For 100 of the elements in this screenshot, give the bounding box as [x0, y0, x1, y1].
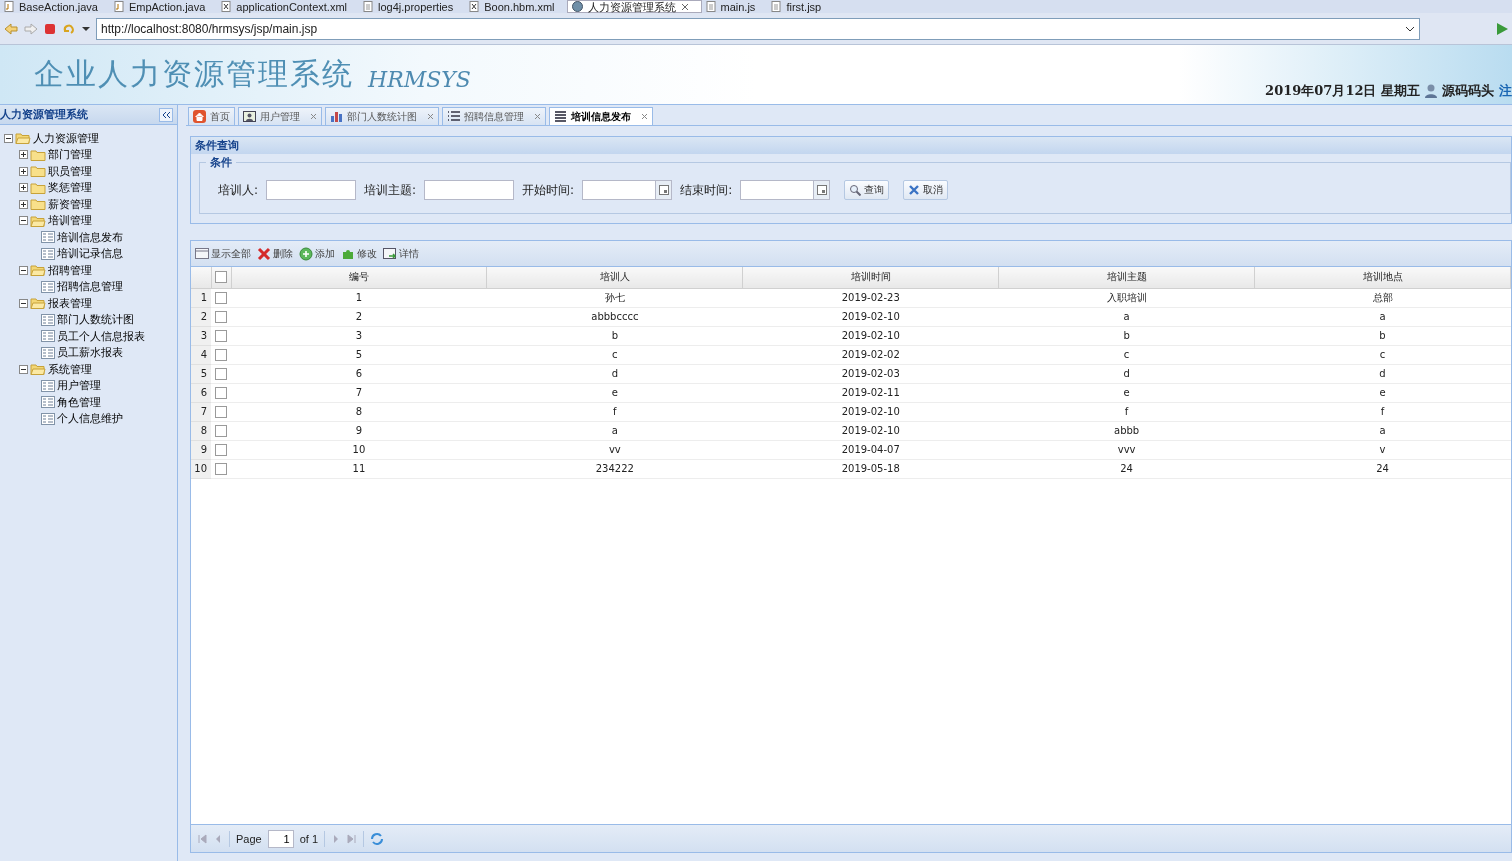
checkbox[interactable]	[215, 271, 227, 284]
checkbox[interactable]	[215, 310, 227, 323]
toolbar-button[interactable]: 删除	[257, 246, 293, 261]
input-field[interactable]	[424, 180, 515, 200]
plus-toggle-icon[interactable]	[19, 199, 28, 209]
tree-leaf[interactable]: 用户管理	[41, 377, 177, 394]
forward-arrow-icon[interactable]	[24, 22, 38, 35]
tree-leaf[interactable]: 角色管理	[41, 394, 177, 411]
close-icon	[680, 2, 689, 11]
editor-tab[interactable]: main.js	[701, 0, 768, 13]
toolbar-button[interactable]: 修改	[341, 246, 377, 261]
minus-toggle-icon[interactable]	[19, 216, 28, 226]
toolbar-button[interactable]: 添加	[299, 246, 335, 261]
tree-folder[interactable]: 人力资源管理	[4, 130, 177, 147]
double-chevron-icon	[161, 110, 171, 119]
column-header[interactable]: 编号	[231, 267, 487, 288]
toolbar-button[interactable]: 显示全部	[195, 246, 251, 261]
minus-toggle-icon[interactable]	[4, 133, 13, 143]
plus-toggle-icon[interactable]	[19, 166, 28, 176]
column-header[interactable]: 培训时间	[742, 267, 999, 288]
refresh-icon[interactable]	[370, 831, 385, 846]
minus-toggle-icon[interactable]	[19, 364, 28, 374]
checkbox[interactable]	[215, 386, 227, 399]
checkbox[interactable]	[215, 367, 227, 380]
tree-folder[interactable]: 奖惩管理	[19, 179, 177, 196]
cancel-button[interactable]: 取消	[903, 180, 949, 200]
plus-toggle-icon[interactable]	[19, 150, 28, 160]
table-cell: c	[486, 345, 743, 364]
open-folder-icon	[30, 297, 46, 310]
close-icon[interactable]	[310, 113, 317, 120]
search-button[interactable]: 查询	[844, 180, 890, 200]
column-header[interactable]: 培训主题	[998, 267, 1255, 288]
form-icon	[41, 396, 55, 409]
checkbox[interactable]	[215, 443, 227, 456]
tree-folder[interactable]: 培训管理	[19, 212, 177, 229]
open-folder-icon	[30, 214, 46, 227]
calendar-icon[interactable]	[816, 185, 827, 195]
tree-leaf[interactable]: 招聘信息管理	[41, 278, 177, 295]
tab[interactable]: 首页	[188, 107, 235, 125]
editor-tab[interactable]: 人力资源管理系统	[566, 0, 702, 13]
checkbox[interactable]	[215, 405, 227, 418]
editor-tab[interactable]: Boon.hbm.xml	[465, 0, 567, 13]
checkbox[interactable]	[215, 424, 227, 437]
logout-link[interactable]: 注	[1499, 82, 1512, 100]
checkbox[interactable]	[215, 329, 227, 342]
tree-folder[interactable]: 薪资管理	[19, 196, 177, 213]
back-arrow-icon[interactable]	[4, 22, 18, 35]
url-field[interactable]: http://localhost:8080/hrmsys/jsp/main.jsp	[96, 17, 1420, 40]
tree-folder[interactable]: 部门管理	[19, 146, 177, 163]
editor-tab[interactable]: first.jsp	[767, 0, 834, 13]
tree-folder[interactable]: 报表管理	[19, 295, 177, 312]
date-field[interactable]	[740, 180, 831, 200]
collapse-button[interactable]	[159, 107, 173, 122]
first-page-icon[interactable]	[197, 833, 207, 844]
table-cell: d	[998, 364, 1255, 383]
tree-leaf[interactable]: 部门人数统计图	[41, 311, 177, 328]
tree-folder[interactable]: 职员管理	[19, 163, 177, 180]
caret-icon[interactable]	[1405, 25, 1415, 32]
editor-tab[interactable]: applicationContext.xml	[217, 0, 359, 13]
play-icon[interactable]	[1496, 22, 1508, 35]
table-cell: b	[486, 326, 743, 345]
checkbox[interactable]	[215, 348, 227, 361]
table-cell: d	[486, 364, 743, 383]
tree-leaf[interactable]: 员工个人信息报表	[41, 328, 177, 345]
checkbox[interactable]	[215, 462, 227, 475]
close-icon[interactable]	[427, 113, 434, 120]
close-icon[interactable]	[641, 113, 648, 120]
editor-tab[interactable]: BaseAction.java	[0, 0, 110, 13]
minus-toggle-icon[interactable]	[19, 298, 28, 308]
last-page-icon[interactable]	[347, 833, 358, 844]
tree-folder[interactable]: 系统管理	[19, 361, 177, 378]
tree-folder[interactable]: 招聘管理	[19, 262, 177, 279]
close-icon[interactable]	[534, 113, 541, 120]
editor-tab[interactable]: log4j.properties	[359, 0, 466, 13]
tree-leaf[interactable]: 个人信息维护	[41, 410, 177, 427]
open-folder-icon	[30, 264, 46, 277]
page-field[interactable]: 1	[267, 829, 294, 848]
editor-tab[interactable]: EmpAction.java	[109, 0, 218, 13]
calendar-icon[interactable]	[658, 185, 669, 195]
close-icon	[908, 184, 921, 196]
tab[interactable]: 培训信息发布	[549, 107, 653, 125]
minus-toggle-icon[interactable]	[19, 265, 28, 275]
table-cell: 6	[231, 364, 487, 383]
input-field[interactable]	[266, 180, 357, 200]
toolbar-button[interactable]: 详情	[383, 246, 419, 261]
tab[interactable]: 部门人数统计图	[325, 107, 439, 125]
date-field[interactable]	[582, 180, 673, 200]
tree-leaf[interactable]: 培训信息发布	[41, 229, 177, 246]
tree-leaf[interactable]: 员工薪水报表	[41, 344, 177, 361]
tree-leaf[interactable]: 培训记录信息	[41, 245, 177, 262]
caret-icon[interactable]	[82, 25, 90, 32]
tab[interactable]: 用户管理	[238, 107, 322, 125]
table-cell: 2019-04-07	[742, 440, 999, 459]
stop-icon[interactable]	[44, 22, 56, 35]
checkbox[interactable]	[215, 291, 227, 304]
plus-toggle-icon[interactable]	[19, 183, 28, 193]
column-header[interactable]: 培训地点	[1254, 267, 1511, 288]
open-folder-icon	[15, 132, 31, 145]
tab[interactable]: 招聘信息管理	[442, 107, 546, 125]
column-header[interactable]: 培训人	[486, 267, 743, 288]
